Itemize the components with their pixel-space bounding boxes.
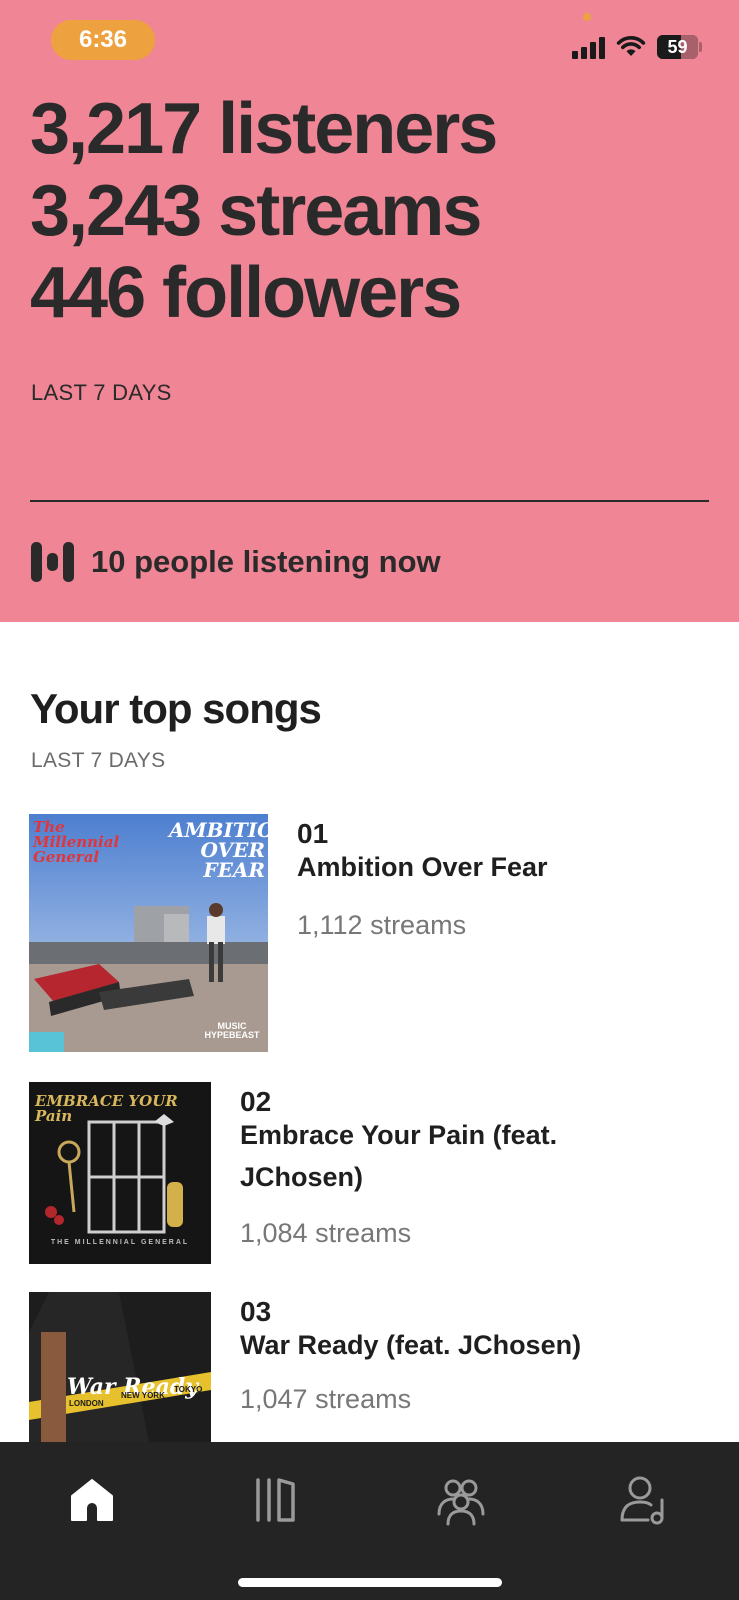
song-row[interactable]: EMBRACE YOUR Pain THE MILLENNIAL GENERAL…	[0, 1082, 739, 1264]
song-streams: 1,084 streams	[240, 1218, 412, 1248]
cellular-signal-icon	[572, 36, 608, 59]
home-icon	[71, 1479, 113, 1521]
nav-audience[interactable]	[431, 1472, 491, 1526]
song-title: War Ready (feat. JChosen)	[240, 1330, 582, 1360]
cover-art-text: LONDON	[69, 1399, 104, 1408]
battery-cap	[699, 42, 702, 52]
status-bar: 6:36 59	[0, 0, 739, 80]
song-title: Ambition Over Fear	[297, 852, 548, 882]
top-songs-period: LAST 7 DAYS	[31, 749, 166, 772]
wifi-icon	[616, 36, 646, 56]
top-songs-title: Your top songs	[30, 685, 322, 732]
song-streams: 1,112 streams	[297, 910, 467, 940]
album-cover: EMBRACE YOUR Pain THE MILLENNIAL GENERAL	[29, 1082, 211, 1264]
nav-profile[interactable]	[616, 1472, 676, 1526]
privacy-indicator-dot	[583, 13, 591, 21]
battery-percent: 59	[667, 37, 688, 57]
nav-music[interactable]	[246, 1472, 306, 1526]
bottom-nav	[0, 1442, 739, 1600]
live-equalizer-icon	[31, 542, 74, 582]
album-cover: War Ready LONDON NEW YORK TOKYO	[29, 1292, 211, 1442]
cover-art-text: EMBRACE YOUR Pain	[35, 1092, 178, 1125]
nav-home[interactable]	[62, 1472, 122, 1526]
home-indicator[interactable]	[238, 1578, 502, 1587]
stats-hero: 6:36 59 3,217 listeners 3,243 streams 44…	[0, 0, 739, 622]
divider	[30, 500, 709, 502]
listeners-stat: 3,217 listeners	[30, 89, 498, 169]
album-cover: The Millennial General AMBITION OVER FEA…	[29, 814, 268, 1052]
cover-art-text: AMBITION OVER FEAR	[169, 818, 268, 882]
battery-icon: 59	[657, 35, 698, 59]
streams-stat: 3,243 streams	[30, 171, 482, 251]
song-row[interactable]: War Ready LONDON NEW YORK TOKYO 03 War R…	[0, 1292, 739, 1442]
song-streams: 1,047 streams	[240, 1384, 412, 1414]
song-row[interactable]: The Millennial General AMBITION OVER FEA…	[0, 814, 739, 1052]
status-time: 6:36	[51, 20, 155, 60]
cover-art-text: THE MILLENNIAL GENERAL	[50, 1239, 190, 1246]
followers-stat: 446 followers	[30, 253, 462, 333]
music-library-icon	[256, 1478, 295, 1522]
cover-art-text: MUSIC HYPEBEAST	[204, 1021, 260, 1040]
cover-art-text: NEW YORK	[121, 1391, 165, 1400]
cover-art-text: The Millennial General	[33, 818, 120, 866]
profile-icon	[620, 1476, 664, 1525]
song-title: Embrace Your Pain (feat. JChosen)	[240, 1120, 558, 1192]
audience-icon	[437, 1479, 485, 1526]
live-listeners-label: 10 people listening now	[91, 544, 441, 579]
cover-art-text: TOKYO	[174, 1385, 203, 1394]
stats-period-label: LAST 7 DAYS	[31, 380, 172, 405]
